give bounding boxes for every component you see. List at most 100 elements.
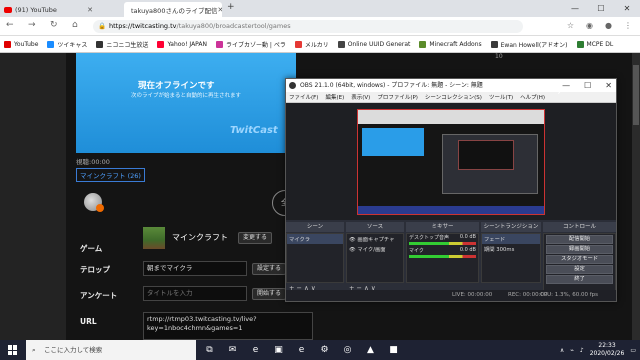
bookmark-uuid[interactable]: Online UUID Generat xyxy=(337,40,410,48)
tab-twitcasting[interactable]: takuya800さんのライブ配信 ✕ xyxy=(124,2,222,17)
close-window-button[interactable]: ✕ xyxy=(614,0,640,17)
chrome-icon[interactable]: ◎ xyxy=(336,340,359,360)
preview-taskbar xyxy=(358,206,544,214)
url-field[interactable]: 🔒 https://twitcasting.tv/takuya800/broad… xyxy=(93,20,523,33)
minimize-button[interactable]: — xyxy=(562,0,588,17)
obs-close-button[interactable]: ✕ xyxy=(605,79,612,92)
stream-preview[interactable]: 現在オフラインです 次のライブが始まると自動的に再生されます TwitCast xyxy=(76,53,296,153)
reload-icon[interactable]: ↻ xyxy=(50,20,58,30)
bookmark-mercari[interactable]: メルカリ xyxy=(294,40,329,49)
home-icon[interactable]: ⌂ xyxy=(72,20,78,30)
mixer-row: マイク 0.0 dB xyxy=(407,247,478,254)
extension-icon[interactable]: ◉ xyxy=(586,21,593,30)
taskbar-apps: ⧉ ✉ e ▣ e ⚙ ◎ ▲ ■ xyxy=(198,340,405,360)
rtmp-key-line: key=1nboc4chmn&games=1 xyxy=(147,324,243,332)
source-item[interactable]: 👁 画面キャプチャ xyxy=(347,234,403,244)
scene-item[interactable]: マイクラ xyxy=(287,234,343,244)
menu-help[interactable]: ヘルプ(H) xyxy=(520,93,545,101)
settings-button[interactable]: 設定 xyxy=(546,265,613,274)
bookmark-mcpedl[interactable]: MCPE DL xyxy=(576,40,613,48)
menu-profile[interactable]: プロファイル(P) xyxy=(377,93,418,101)
menu-edit[interactable]: 編集(E) xyxy=(325,93,344,101)
clock[interactable]: 22:33 2020/02/26 xyxy=(590,342,625,358)
preview-browser-header xyxy=(358,110,544,124)
menu-icon[interactable]: ⋮ xyxy=(624,21,632,30)
audio-meter[interactable] xyxy=(409,242,476,245)
tab-youtube[interactable]: (91) YouTube ✕ xyxy=(0,2,97,17)
bookmark-minecraft-addons[interactable]: Minecraft Addons xyxy=(419,40,482,48)
obs-menu-bar: ファイル(F) 編集(E) 表示(V) プロファイル(P) シーンコレクション(… xyxy=(286,92,616,103)
bookmark-live[interactable]: ライブカゾー動 | ペラ xyxy=(216,40,286,49)
obs-title: OBS 21.1.0 (64bit, windows) - プロファイル: 無題… xyxy=(300,82,483,89)
menu-view[interactable]: 表示(V) xyxy=(351,93,370,101)
notification-icon[interactable]: ▭ xyxy=(630,347,636,354)
browser-window-controls: — ☐ ✕ xyxy=(562,0,640,17)
menu-tools[interactable]: ツール(T) xyxy=(489,93,513,101)
ie-icon[interactable]: e xyxy=(290,340,313,360)
search-icon: ⌕ xyxy=(32,346,36,354)
windows-start-icon[interactable] xyxy=(8,345,18,355)
task-view-icon[interactable]: ⧉ xyxy=(198,340,221,360)
scrollbar-thumb[interactable] xyxy=(633,65,639,125)
bookmark-label: メルカリ xyxy=(304,41,329,49)
studio-mode-button[interactable]: スタジオモード xyxy=(546,255,613,264)
scenes-list: マイクラ xyxy=(286,233,344,283)
back-arrow-icon[interactable]: ← xyxy=(6,20,14,30)
telop-input[interactable]: 朝までマイクラ xyxy=(143,261,247,276)
bookmark-twitcasting[interactable]: ツイキャス xyxy=(47,40,87,49)
survey-label: アンケート xyxy=(80,291,118,300)
close-icon[interactable]: ✕ xyxy=(87,6,93,14)
obs-preview-canvas[interactable] xyxy=(357,109,545,215)
exit-button[interactable]: 終了 xyxy=(546,275,613,284)
menu-file[interactable]: ファイル(F) xyxy=(289,93,318,101)
edge-icon[interactable]: e xyxy=(244,340,267,360)
bookmark-youtube[interactable]: YouTube xyxy=(4,40,38,48)
star-icon[interactable]: ☆ xyxy=(567,21,574,30)
mixer-db: 0.0 dB xyxy=(459,247,476,253)
clock-date: 2020/02/26 xyxy=(589,350,625,357)
close-icon[interactable]: ✕ xyxy=(217,6,222,14)
bookmark-ewan[interactable]: Ewan Howell(アドオン) xyxy=(490,40,568,49)
duration-row: 期間 300ms xyxy=(482,244,540,254)
app-icon[interactable] xyxy=(84,193,104,212)
mixer-db: 0.0 dB xyxy=(459,234,476,240)
network-icon[interactable]: ⌁ xyxy=(570,347,574,354)
taskbar-search[interactable]: ⌕ ここに入力して検索 xyxy=(26,340,196,360)
transition-select[interactable]: フェード xyxy=(482,234,540,244)
duration-value[interactable]: 300ms xyxy=(496,247,514,253)
start-streaming-button[interactable]: 配信開始 xyxy=(546,235,613,244)
audio-meter[interactable] xyxy=(409,255,476,258)
forward-arrow-icon[interactable]: → xyxy=(28,20,36,30)
bookmark-yahoo[interactable]: Yahoo! JAPAN xyxy=(157,40,207,48)
bookmark-icon xyxy=(157,40,165,48)
volume-icon[interactable]: ♪ xyxy=(580,347,584,354)
offline-subtitle: 次のライブが始まると自動的に再生されます xyxy=(131,93,242,99)
youtube-icon xyxy=(4,6,12,13)
bookmark-niconico[interactable]: ニコニコ生放送 xyxy=(96,40,148,49)
source-label: 画面キャプチャ xyxy=(357,237,395,243)
new-tab-button[interactable]: + xyxy=(227,2,235,12)
obs-window-controls: — ☐ ✕ xyxy=(562,79,612,92)
category-tag[interactable]: マインクラフト (26) xyxy=(76,168,145,182)
start-survey-button[interactable]: 開始する xyxy=(252,288,287,300)
source-item[interactable]: 👁 マイク/画面 xyxy=(347,244,403,254)
set-telop-button[interactable]: 設定する xyxy=(252,263,287,275)
maximize-button[interactable]: ☐ xyxy=(588,0,614,17)
minecraft-icon[interactable]: ■ xyxy=(382,340,405,360)
page-scrollbar[interactable] xyxy=(632,53,640,340)
bookmark-icon xyxy=(96,40,104,48)
change-game-button[interactable]: 変更する xyxy=(238,232,273,244)
settings-icon[interactable]: ⚙ xyxy=(313,340,336,360)
controls-panel: 配信開始 録画開始 スタジオモード 設定 終了 xyxy=(543,233,616,295)
start-recording-button[interactable]: 録画開始 xyxy=(546,245,613,254)
mail-icon[interactable]: ✉ xyxy=(221,340,244,360)
profile-icon[interactable]: ● xyxy=(605,21,612,30)
obs-icon[interactable]: ▲ xyxy=(359,340,382,360)
tray-arrow-icon[interactable]: ∧ xyxy=(560,347,564,354)
menu-scene-collection[interactable]: シーンコレクション(S) xyxy=(425,93,482,101)
obs-maximize-button[interactable]: ☐ xyxy=(584,79,591,92)
survey-title-input[interactable]: タイトルを入力 xyxy=(143,286,247,301)
store-icon[interactable]: ▣ xyxy=(267,340,290,360)
rtmp-url-field[interactable]: rtmp://rtmp03.twitcasting.tv/live? key=1… xyxy=(143,312,313,340)
tab-title: takuya800さんのライブ配信 xyxy=(131,6,218,15)
